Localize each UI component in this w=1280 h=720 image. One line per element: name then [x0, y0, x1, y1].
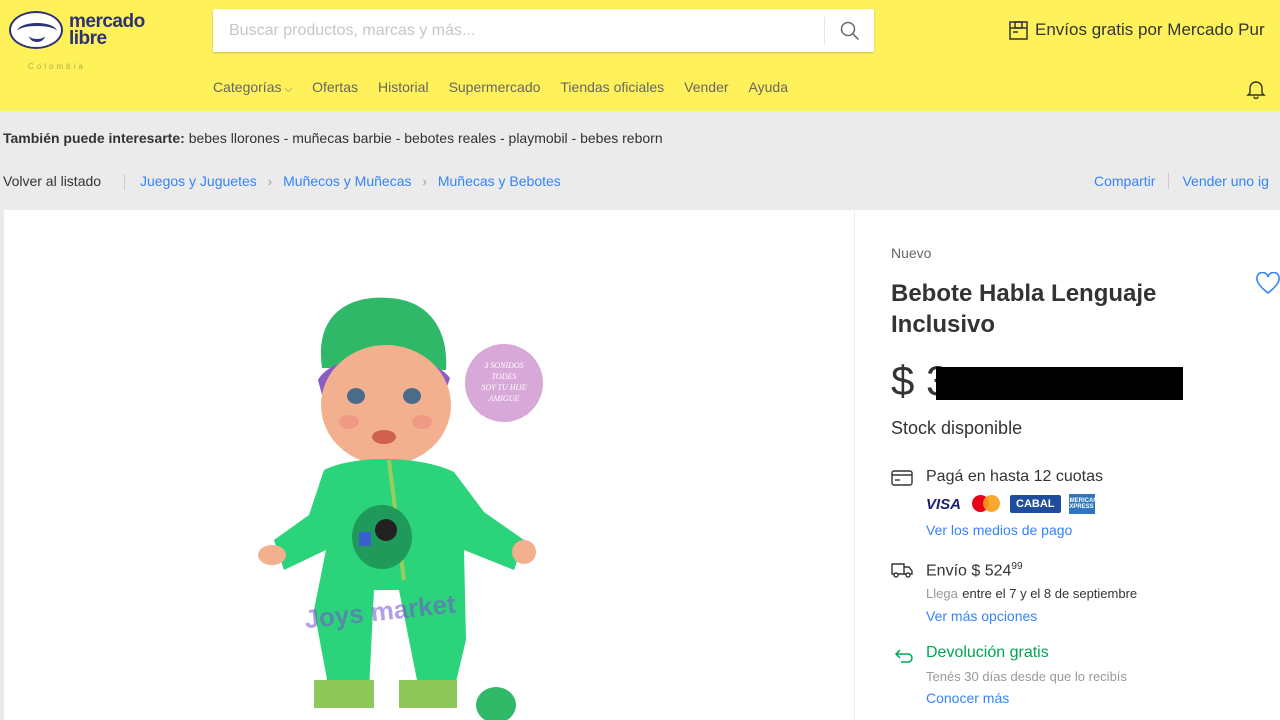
stock-status: Stock disponible	[891, 418, 1023, 438]
badge-line-1: 3 SONIDOS	[483, 361, 523, 370]
product-image[interactable]: 3 SONIDOS TODES SOY TU HIJE AMIGUE Joys …	[214, 250, 554, 720]
chevron-right-icon: ›	[267, 173, 273, 189]
nav-vender[interactable]: Vender	[684, 79, 728, 95]
logo-text-line2: libre	[69, 28, 107, 49]
sell-similar-link[interactable]: Vender uno ig	[1182, 173, 1268, 189]
chevron-right-icon: ›	[422, 173, 427, 189]
delivery-estimate: Llega entre el 7 y el 8 de septiembre	[926, 586, 1138, 601]
visa-logo: VISA	[926, 495, 962, 513]
badge-line-3: SOY TU HIJE	[481, 383, 526, 392]
favorite-button[interactable]	[1255, 271, 1280, 301]
mercadolibre-logo[interactable]: mercado libre	[9, 11, 145, 49]
share-link[interactable]: Compartir	[1094, 173, 1155, 189]
nav-ofertas[interactable]: Ofertas	[312, 79, 358, 95]
product-card: 3 SONIDOS TODES SOY TU HIJE AMIGUE Joys …	[4, 210, 1280, 720]
price-redaction	[936, 367, 1183, 400]
product-gallery: 3 SONIDOS TODES SOY TU HIJE AMIGUE Joys …	[4, 210, 855, 720]
search-button[interactable]	[824, 17, 874, 44]
nav-historial[interactable]: Historial	[378, 79, 429, 95]
related-searches: También puede interesarte: bebes llorone…	[3, 130, 663, 146]
nav-supermercado[interactable]: Supermercado	[449, 79, 541, 95]
search-input[interactable]	[213, 9, 813, 52]
promo-text: Envíos gratis por Mercado Pur	[1035, 20, 1265, 39]
handshake-icon	[9, 11, 63, 49]
cabal-logo: CABAL	[1010, 495, 1061, 513]
nav-categorias[interactable]: Categorías ⌵	[213, 79, 292, 95]
nav-tiendas-oficiales[interactable]: Tiendas oficiales	[560, 79, 664, 95]
payment-methods-link[interactable]: Ver los medios de pago	[926, 522, 1072, 538]
notifications-button[interactable]	[1246, 79, 1266, 104]
return-detail: Tenés 30 días desde que lo recibís	[926, 669, 1127, 684]
free-shipping-promo[interactable]: Envíos gratis por Mercado Pur	[1009, 20, 1265, 40]
condition-label: Nuevo	[891, 245, 932, 261]
bell-icon	[1246, 81, 1266, 100]
search-icon	[840, 21, 859, 40]
installments-title: Pagá en hasta 12 cuotas	[926, 468, 1104, 485]
back-to-list-link[interactable]: Volver al listado	[3, 173, 101, 189]
learn-more-link[interactable]: Conocer más	[926, 690, 1009, 706]
search-bar	[213, 9, 874, 52]
more-shipping-options-link[interactable]: Ver más opciones	[926, 608, 1037, 624]
main-nav: Categorías ⌵ Ofertas Historial Supermerca…	[213, 79, 788, 95]
heart-icon	[1256, 271, 1280, 295]
truck-icon	[891, 562, 913, 583]
badge-line-2: TODES	[492, 372, 517, 381]
breadcrumb-munecos-munecas[interactable]: Muñecos y Muñecas	[283, 173, 411, 189]
product-title: Bebote Habla Lenguaje Inclusivo	[891, 280, 1157, 338]
breadcrumb-juegos-juguetes[interactable]: Juegos y Juguetes	[140, 173, 257, 189]
logo-country: Colombia	[28, 62, 86, 71]
payment-methods: VISA CABAL AMERICAN EXPRESS	[926, 494, 1098, 514]
mastercard-logo	[972, 494, 1002, 514]
credit-card-icon	[891, 470, 913, 491]
badge-line-4: AMIGUE	[488, 394, 520, 403]
amex-logo: AMERICAN EXPRESS	[1065, 494, 1098, 514]
breadcrumb-munecas-bebotes[interactable]: Muñecas y Bebotes	[438, 173, 561, 189]
package-icon	[1009, 20, 1028, 40]
return-arrow-icon	[893, 648, 913, 669]
chevron-down-icon: ⌵	[284, 84, 293, 95]
header: mercado libre Colombia Envíos gratis por…	[0, 0, 1280, 111]
related-label: También puede interesarte:	[3, 130, 185, 146]
free-return-title: Devolución gratis	[926, 644, 1049, 661]
shipping-title: Envío $ 52499	[926, 561, 1023, 580]
related-links[interactable]: bebes llorones - muñecas barbie - bebote…	[189, 130, 663, 146]
divider	[1168, 173, 1170, 189]
divider	[124, 174, 125, 190]
nav-ayuda[interactable]: Ayuda	[749, 79, 788, 95]
shipping-cents: 99	[1011, 561, 1023, 572]
